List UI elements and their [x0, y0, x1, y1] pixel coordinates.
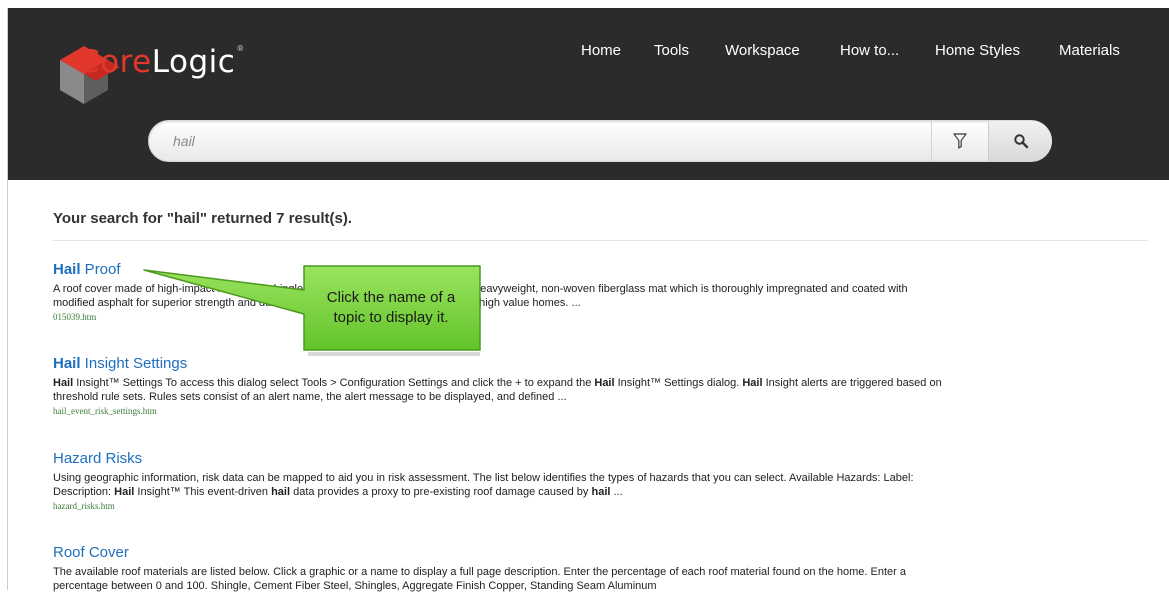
- result-description: Using geographic information, risk data …: [53, 471, 1143, 499]
- results-summary: Your search for "hail" returned 7 result…: [53, 210, 353, 227]
- magnifier-icon: [1013, 134, 1028, 149]
- result-description: The available roof materials are listed …: [53, 565, 1143, 593]
- result-title-link[interactable]: Roof Cover: [53, 544, 129, 562]
- search-result: Roof Cover The available roof materials …: [53, 544, 1143, 593]
- nav-materials[interactable]: Materials: [1059, 42, 1120, 59]
- result-file-link[interactable]: hazard_risks.htm: [53, 501, 1143, 511]
- result-desc-line: percentage between 0 and 100. Shingle, C…: [53, 580, 657, 592]
- result-description: Hail Insight™ Settings To access this di…: [53, 376, 1143, 404]
- result-desc-line: The available roof materials are listed …: [53, 566, 906, 578]
- result-desc-line: Using geographic information, risk data …: [53, 472, 914, 484]
- callout-line: topic to display it.: [333, 309, 449, 326]
- nav-workspace[interactable]: Workspace: [725, 42, 800, 59]
- nav-tools[interactable]: Tools: [654, 42, 689, 59]
- nav-home[interactable]: Home: [581, 42, 621, 59]
- callout-line: Click the name of a: [326, 289, 456, 306]
- filter-button[interactable]: [931, 121, 987, 161]
- nav-how-to[interactable]: How to...: [840, 42, 899, 59]
- logo-wordmark: CoreLogic®: [78, 44, 245, 80]
- search-input[interactable]: [165, 121, 925, 161]
- results-divider: [53, 240, 1148, 241]
- nav-home-styles[interactable]: Home Styles: [935, 42, 1020, 59]
- callout-shadow: [308, 352, 480, 356]
- search-result: Hail Insight Settings Hail Insight™ Sett…: [53, 355, 1143, 416]
- result-desc-line: Hail Insight™ Settings To access this di…: [53, 377, 942, 389]
- result-title-link[interactable]: Hail Proof: [53, 261, 121, 279]
- result-file-link[interactable]: hail_event_risk_settings.htm: [53, 406, 1143, 416]
- funnel-icon: [952, 133, 967, 149]
- search-bar: [148, 120, 1052, 162]
- result-desc-line: Description: Hail Insight™ This event-dr…: [53, 486, 623, 498]
- search-button[interactable]: [988, 121, 1052, 161]
- search-result: Hazard Risks Using geographic informatio…: [53, 450, 1143, 511]
- result-desc-line: threshold rule sets. Rules sets consist …: [53, 391, 567, 403]
- app-header: CoreLogic® Home Tools Workspace How to..…: [8, 8, 1169, 180]
- result-title-link[interactable]: Hazard Risks: [53, 450, 142, 468]
- callout-text: Click the name of a topic to display it.: [304, 288, 478, 328]
